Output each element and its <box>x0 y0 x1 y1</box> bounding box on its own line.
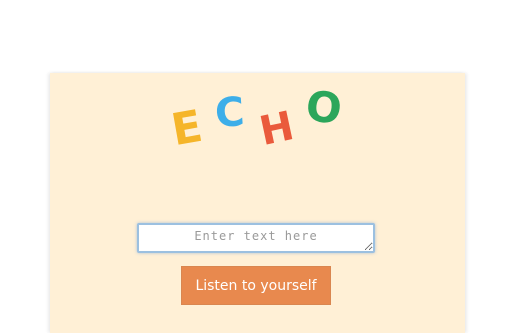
echo-text-input[interactable] <box>137 223 375 253</box>
echo-logo: E C H O <box>50 73 465 163</box>
logo-letter-c: C <box>213 89 246 137</box>
logo-letter-e: E <box>167 100 207 157</box>
listen-to-yourself-button[interactable]: Listen to yourself <box>181 266 331 305</box>
logo-letter-o: O <box>303 81 345 134</box>
logo-letter-h: H <box>255 103 298 155</box>
echo-card: E C H O Listen to yourself <box>50 73 465 333</box>
